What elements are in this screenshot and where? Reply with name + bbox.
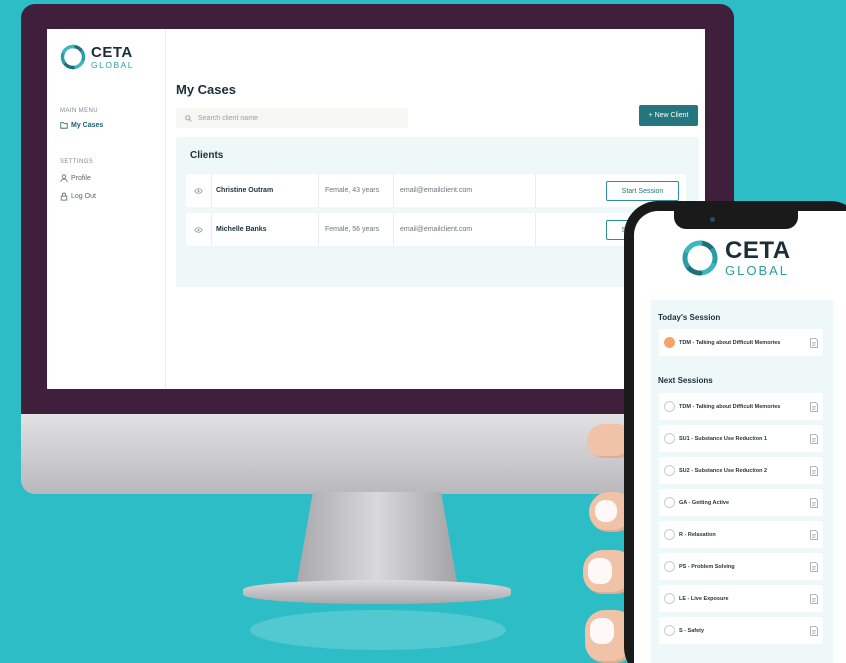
sidebar-item-log-out[interactable]: Log Out <box>60 192 96 201</box>
lock-icon <box>60 192 68 201</box>
eye-icon <box>194 226 203 233</box>
session-label: GA - Getting Active <box>679 499 730 506</box>
session-status-icon <box>664 401 675 412</box>
session-status-icon <box>664 433 675 444</box>
sessions-panel: Today's Session TDM - Talking about Diff… <box>651 300 833 663</box>
session-label: S - Safety <box>679 627 705 634</box>
client-name: Christine Outram <box>216 187 274 194</box>
page-title: My Cases <box>176 82 236 97</box>
sidebar-item-label: Profile <box>71 175 91 182</box>
session-status-icon <box>664 497 675 508</box>
search-icon <box>185 114 192 122</box>
column-divider <box>535 174 536 207</box>
document-icon[interactable] <box>810 465 818 476</box>
session-card[interactable]: SU2 - Substance Use Reduction 2 <box>659 457 823 484</box>
client-demographics: Female, 56 years <box>325 226 380 233</box>
column-divider <box>318 174 319 207</box>
todays-session-title: Today's Session <box>658 313 721 322</box>
client-email: email@emailclient.com <box>400 226 473 233</box>
session-label: PS - Problem Solving <box>679 563 735 570</box>
session-card-today[interactable]: TDM - Talking about Difficult Memories <box>659 329 823 356</box>
session-status-icon <box>664 465 675 476</box>
session-card[interactable]: SU1 - Substance Use Reduction 1 <box>659 425 823 452</box>
clients-panel: Clients Christine Outram Female, 43 year… <box>176 137 699 287</box>
session-status-icon <box>664 593 675 604</box>
document-icon[interactable] <box>810 593 818 604</box>
session-label: LE - Live Exposure <box>679 595 729 602</box>
brand-sub: GLOBAL <box>725 263 790 278</box>
session-label: TDM - Talking about Difficult Memories <box>679 403 781 410</box>
stand-reflection <box>250 610 506 650</box>
session-label: TDM - Talking about Difficult Memories <box>679 339 781 346</box>
sidebar-item-my-cases[interactable]: My Cases <box>60 121 103 129</box>
ceta-logo-icon <box>682 240 718 276</box>
search-box[interactable] <box>176 108 408 128</box>
document-icon[interactable] <box>810 433 818 444</box>
main-menu-heading: MAIN MENU <box>60 108 98 114</box>
session-card[interactable]: TDM - Talking about Difficult Memories <box>659 393 823 420</box>
client-row: Michelle Banks Female, 56 years email@em… <box>186 213 686 246</box>
document-icon[interactable] <box>810 401 818 412</box>
session-card[interactable]: PS - Problem Solving <box>659 553 823 580</box>
new-client-button[interactable]: + New Client <box>639 105 698 126</box>
session-label: SU1 - Substance Use Reduction 1 <box>679 435 768 442</box>
column-divider <box>535 213 536 246</box>
document-icon[interactable] <box>810 529 818 540</box>
column-divider <box>318 213 319 246</box>
column-divider <box>393 213 394 246</box>
client-row: Christine Outram Female, 43 years email@… <box>186 174 686 207</box>
sidebar-item-label: Log Out <box>71 193 96 200</box>
folder-icon <box>60 122 68 129</box>
user-icon <box>60 174 68 183</box>
session-card[interactable]: GA - Getting Active <box>659 489 823 516</box>
document-icon[interactable] <box>810 625 818 636</box>
ceta-logo-icon <box>60 44 86 70</box>
ceta-logo: CETA GLOBAL <box>59 43 134 71</box>
phone-screen: CETA GLOBAL Today's Session TDM - Talkin… <box>634 211 846 663</box>
view-client-button[interactable] <box>186 213 212 246</box>
document-icon[interactable] <box>810 561 818 572</box>
phone-notch <box>674 211 798 229</box>
session-status-icon <box>664 529 675 540</box>
session-status-icon <box>664 337 675 348</box>
monitor-stand-base <box>243 580 511 604</box>
session-status-icon <box>664 561 675 572</box>
session-label: SU2 - Substance Use Reduction 2 <box>679 467 768 474</box>
search-input[interactable] <box>198 114 388 122</box>
brand-sub: GLOBAL <box>91 59 135 70</box>
client-demographics: Female, 43 years <box>325 187 380 194</box>
start-session-button[interactable]: Start Session <box>606 181 679 201</box>
sidebar-item-profile[interactable]: Profile <box>60 174 91 183</box>
view-client-button[interactable] <box>186 174 212 207</box>
settings-heading: SETTINGS <box>60 159 94 165</box>
column-divider <box>393 174 394 207</box>
session-label: R - Relaxation <box>679 531 716 538</box>
brand-name: CETA <box>725 237 791 264</box>
desktop-screen: CETA GLOBAL MAIN MENU My Cases SETTINGS … <box>47 29 705 389</box>
monitor-stand <box>297 492 457 582</box>
document-icon[interactable] <box>810 497 818 508</box>
next-sessions-title: Next Sessions <box>658 376 713 385</box>
session-card[interactable]: R - Relaxation <box>659 521 823 548</box>
client-email: email@emailclient.com <box>400 187 473 194</box>
ceta-logo: CETA GLOBAL <box>680 238 791 278</box>
sidebar-item-label: My Cases <box>71 121 104 129</box>
client-name: Michelle Banks <box>216 226 267 233</box>
sidebar: CETA GLOBAL MAIN MENU My Cases SETTINGS … <box>47 29 166 389</box>
session-status-icon <box>664 625 675 636</box>
document-icon[interactable] <box>810 337 818 348</box>
eye-icon <box>194 187 203 194</box>
session-card[interactable]: S - Safety <box>659 617 823 644</box>
clients-title: Clients <box>190 150 224 161</box>
brand-name: CETA <box>91 43 133 61</box>
session-card[interactable]: LE - Live Exposure <box>659 585 823 612</box>
